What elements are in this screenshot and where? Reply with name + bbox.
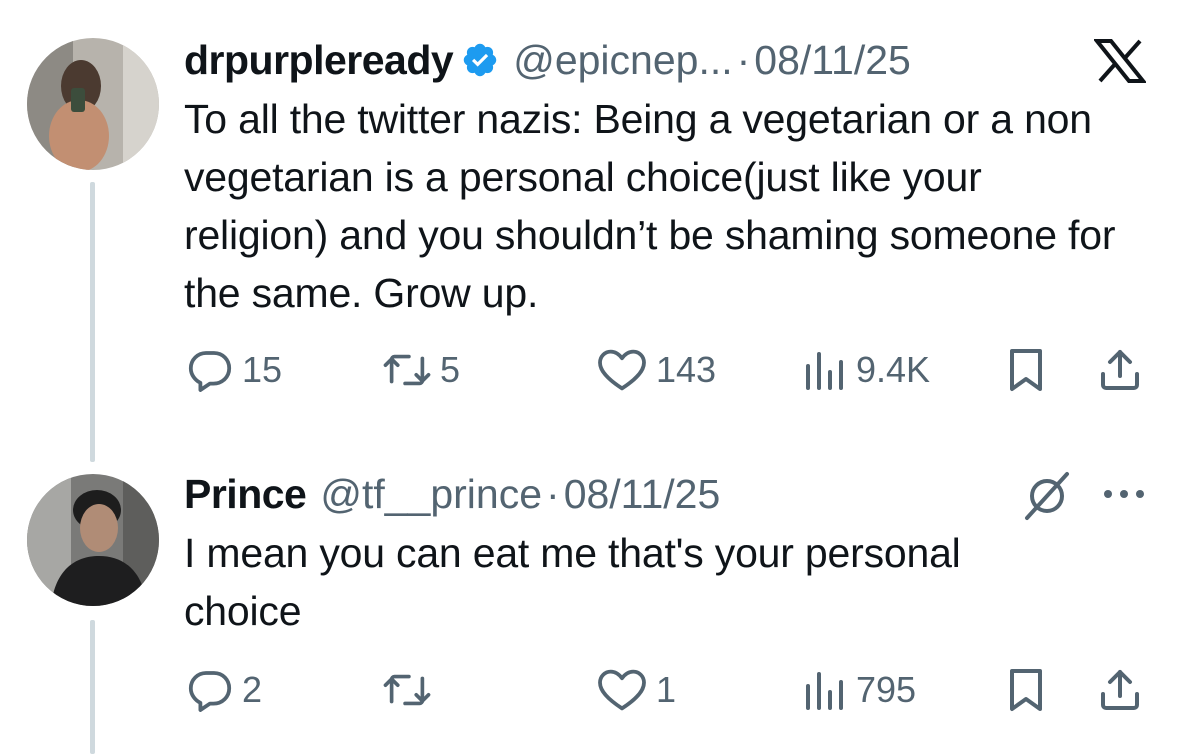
views-count: 9.4K	[856, 349, 931, 390]
user-handle[interactable]: @epicnep...	[513, 37, 732, 84]
views-count: 795	[856, 669, 917, 710]
like-count: 143	[656, 349, 717, 390]
like-button[interactable]: 143	[596, 346, 716, 394]
separator-dot: ·	[546, 470, 560, 517]
reply-icon	[186, 346, 234, 394]
repost-icon	[382, 666, 432, 714]
thread-line	[90, 620, 95, 754]
views-icon	[800, 346, 848, 394]
tweet-actions: 15 5 143 9.4K	[186, 346, 1156, 396]
reply-button[interactable]: 2	[186, 666, 262, 714]
views-button[interactable]: 9.4K	[800, 346, 930, 394]
x-logo-icon[interactable]	[1092, 36, 1148, 86]
repost-count: 5	[440, 349, 461, 390]
tweet-header: drpurpleready @epicnep... · 08/11/25	[184, 32, 1149, 88]
share-button[interactable]	[1096, 666, 1144, 714]
tweet-text: I mean you can eat me that's your person…	[184, 530, 961, 634]
views-button[interactable]: 795	[800, 666, 916, 714]
avatar[interactable]	[27, 38, 159, 170]
repost-icon	[382, 346, 432, 394]
share-icon	[1096, 666, 1144, 714]
bookmark-icon	[1004, 666, 1048, 714]
like-count: 1	[656, 669, 677, 710]
like-button[interactable]: 1	[596, 666, 676, 714]
heart-icon	[596, 666, 648, 714]
heart-icon	[596, 346, 648, 394]
separator-dot: ·	[736, 36, 751, 83]
thread-line	[90, 182, 95, 462]
tweet-date[interactable]: 08/11/25	[564, 471, 721, 518]
views-icon	[800, 666, 848, 714]
reply-count: 15	[242, 349, 283, 390]
display-name[interactable]: drpurpleready	[184, 37, 454, 84]
reply-icon	[186, 666, 234, 714]
reply-count: 2	[242, 669, 263, 710]
repost-button[interactable]: 5	[382, 346, 460, 394]
bookmark-icon	[1004, 346, 1048, 394]
reply-button[interactable]: 15	[186, 346, 282, 394]
tweet-header: Prince @tf__prince · 08/11/25	[184, 466, 1149, 522]
tweet-text: To all the twitter nazis: Being a vegeta…	[184, 96, 1116, 316]
share-button[interactable]	[1096, 346, 1144, 394]
share-icon	[1096, 346, 1144, 394]
verified-badge-icon	[461, 41, 499, 79]
grok-icon[interactable]	[1018, 468, 1076, 524]
display-name[interactable]: Prince	[184, 471, 307, 518]
more-icon[interactable]	[1100, 482, 1148, 506]
user-handle[interactable]: @tf__prince	[320, 471, 542, 518]
avatar[interactable]	[27, 474, 159, 606]
repost-button[interactable]	[382, 666, 440, 714]
bookmark-button[interactable]	[1004, 346, 1048, 394]
tweet[interactable]: Prince @tf__prince · 08/11/25 I mean you…	[184, 466, 1149, 640]
tweet-actions: 2 1 795	[186, 666, 1156, 716]
tweet-date[interactable]: 08/11/25	[754, 37, 911, 84]
tweet[interactable]: drpurpleready @epicnep... · 08/11/25 To …	[184, 32, 1149, 322]
bookmark-button[interactable]	[1004, 666, 1048, 714]
